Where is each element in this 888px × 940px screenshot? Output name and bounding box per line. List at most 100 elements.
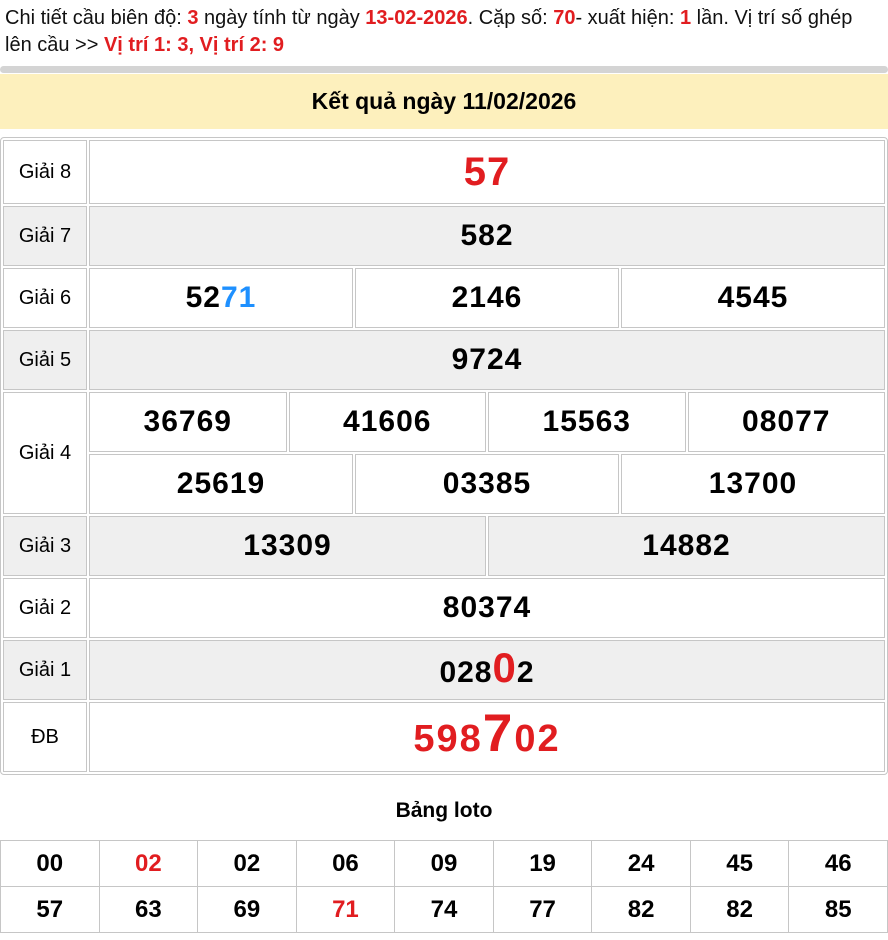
cau-detail-segment: Vị trí 1: 3, Vị trí 2: 9 bbox=[104, 34, 284, 56]
loto-cell: 57 bbox=[1, 887, 100, 933]
prize-number: 80374 bbox=[443, 591, 531, 625]
prize-number-segment: 4545 bbox=[718, 281, 789, 314]
loto-number: 63 bbox=[135, 896, 162, 924]
cau-detail-segment: 13-02-2026 bbox=[365, 7, 467, 29]
prize-row-content: 02802 bbox=[89, 640, 885, 700]
prize-row: ĐB 598702 bbox=[3, 702, 885, 772]
cau-detail-segment: 70 bbox=[553, 7, 575, 29]
prize-row-label: Giải 3 bbox=[3, 516, 87, 576]
loto-number: 57 bbox=[36, 896, 63, 924]
loto-cell: 45 bbox=[691, 841, 790, 887]
prize-number-cell: 08077 bbox=[688, 392, 886, 452]
prize-row-label: ĐB bbox=[3, 702, 87, 772]
loto-number-segment: 45 bbox=[726, 850, 753, 877]
prize-subrow: 5271 2146 4545 bbox=[89, 268, 885, 328]
prize-number-segment: 03385 bbox=[443, 467, 531, 500]
loto-number: 00 bbox=[36, 850, 63, 878]
prize-row: Giải 6527121464545 bbox=[3, 268, 885, 328]
prize-number: 13309 bbox=[243, 529, 331, 563]
prize-number-segment: 71 bbox=[221, 281, 256, 314]
loto-cell: 77 bbox=[494, 887, 593, 933]
prize-number: 02802 bbox=[439, 651, 534, 690]
prize-number-segment: 36769 bbox=[144, 405, 232, 438]
cau-detail-segment: 1 bbox=[680, 7, 691, 29]
loto-number-segment: 69 bbox=[234, 896, 261, 923]
loto-number: 45 bbox=[726, 850, 753, 878]
prize-number-segment: 57 bbox=[464, 150, 511, 194]
cau-detail-text: Chi tiết cầu biên độ: 3 ngày tính từ ngà… bbox=[0, 0, 888, 61]
loto-cell: 00 bbox=[1, 841, 100, 887]
loto-number-segment: 57 bbox=[36, 896, 63, 923]
prize-number-segment: 02 bbox=[514, 718, 560, 760]
prize-number: 5271 bbox=[186, 281, 257, 315]
prize-row-label: Giải 8 bbox=[3, 140, 87, 204]
prize-number-cell: 80374 bbox=[89, 578, 885, 638]
loto-number: 19 bbox=[529, 850, 556, 878]
loto-cell: 24 bbox=[592, 841, 691, 887]
prize-number-cell: 13700 bbox=[621, 454, 885, 514]
prize-number-segment: 15563 bbox=[543, 405, 631, 438]
loto-cell: 46 bbox=[789, 841, 888, 887]
prize-row: Giải 31330914882 bbox=[3, 516, 885, 576]
loto-cell: 09 bbox=[395, 841, 494, 887]
loto-cell: 82 bbox=[592, 887, 691, 933]
prize-subrow: 02802 bbox=[89, 640, 885, 700]
prize-row-label: Giải 2 bbox=[3, 578, 87, 638]
loto-number: 69 bbox=[234, 896, 261, 924]
loto-cell: 69 bbox=[198, 887, 297, 933]
loto-number-segment: 24 bbox=[628, 850, 655, 877]
prize-number: 598702 bbox=[413, 713, 560, 761]
section-divider bbox=[0, 66, 888, 73]
loto-number-segment: 85 bbox=[825, 896, 852, 923]
prize-number: 25619 bbox=[177, 467, 265, 501]
loto-number-segment: 02 bbox=[135, 850, 162, 877]
prize-number-segment: 582 bbox=[460, 219, 513, 252]
loto-number-segment: 02 bbox=[234, 850, 261, 877]
prize-number-cell: 41606 bbox=[289, 392, 487, 452]
prize-number-segment: 41606 bbox=[343, 405, 431, 438]
prize-row-label: Giải 1 bbox=[3, 640, 87, 700]
loto-number: 02 bbox=[234, 850, 261, 878]
loto-cell: 06 bbox=[297, 841, 396, 887]
prize-row-content: 5271 2146 4545 bbox=[89, 268, 885, 328]
prize-row-content: 582 bbox=[89, 206, 885, 266]
prize-subrow: 80374 bbox=[89, 578, 885, 638]
prize-number-segment: 598 bbox=[413, 718, 482, 760]
prize-row-label: Giải 7 bbox=[3, 206, 87, 266]
loto-number: 77 bbox=[529, 896, 556, 924]
prize-number: 08077 bbox=[742, 405, 830, 439]
prize-row-content: 1330914882 bbox=[89, 516, 885, 576]
result-table: Giải 857Giải 7582Giải 6527121464545Giải … bbox=[0, 137, 888, 775]
prize-number: 13700 bbox=[709, 467, 797, 501]
prize-number: 9724 bbox=[452, 343, 523, 377]
loto-cell: 63 bbox=[100, 887, 199, 933]
loto-number-segment: 77 bbox=[529, 896, 556, 923]
loto-table: 000202060919244546576369717477828285 bbox=[0, 840, 888, 933]
prize-number-segment: 2 bbox=[517, 656, 535, 689]
loto-number: 82 bbox=[628, 896, 655, 924]
loto-number-segment: 19 bbox=[529, 850, 556, 877]
loto-cell: 82 bbox=[691, 887, 790, 933]
cau-detail-segment: . Cặp số: bbox=[468, 7, 554, 29]
prize-subrow: 57 bbox=[89, 140, 885, 204]
prize-row: Giải 1 02802 bbox=[3, 640, 885, 700]
prize-number: 03385 bbox=[443, 467, 531, 501]
prize-number-cell: 03385 bbox=[355, 454, 619, 514]
loto-number: 02 bbox=[135, 850, 162, 878]
prize-row: Giải 59724 bbox=[3, 330, 885, 390]
prize-number-segment: 13309 bbox=[243, 529, 331, 562]
loto-number: 71 bbox=[332, 896, 359, 924]
loto-cell: 19 bbox=[494, 841, 593, 887]
prize-number-cell: 598702 bbox=[89, 702, 885, 772]
prize-number: 15563 bbox=[543, 405, 631, 439]
cau-detail-segment: ngày tính từ ngày bbox=[198, 7, 365, 29]
prize-number-cell: 2146 bbox=[355, 268, 619, 328]
cau-detail-segment: Chi tiết cầu biên độ: bbox=[5, 7, 187, 29]
prize-subrow: 1330914882 bbox=[89, 516, 885, 576]
prize-subrow: 582 bbox=[89, 206, 885, 266]
prize-number-cell: 02802 bbox=[89, 640, 885, 700]
prize-number: 57 bbox=[464, 150, 511, 195]
loto-number: 06 bbox=[332, 850, 359, 878]
prize-number-segment: 08077 bbox=[742, 405, 830, 438]
lottery-page: Chi tiết cầu biên độ: 3 ngày tính từ ngà… bbox=[0, 0, 888, 933]
